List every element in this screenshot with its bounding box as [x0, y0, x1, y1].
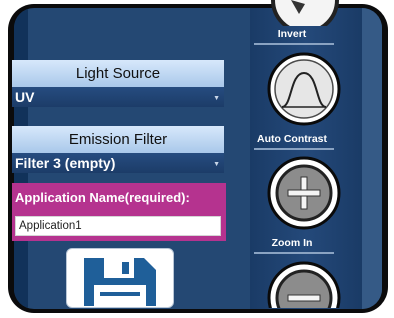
application-name-label: Application Name(required): [15, 190, 190, 205]
emission-filter-value: Filter 3 (empty) [15, 155, 116, 171]
auto-contrast-label: Auto Contrast [257, 133, 327, 145]
right-scroll-strip [362, 8, 382, 309]
chevron-down-icon[interactable]: ▼ [213, 155, 220, 175]
light-source-value: UV [15, 89, 35, 105]
light-source-dropdown[interactable]: Light Source UV ▼ [12, 60, 224, 107]
light-source-label: Light Source [12, 60, 224, 87]
invert-icon[interactable] [269, 0, 341, 26]
zoom-in-label: Zoom In [271, 237, 313, 249]
zoom-out-button[interactable] [266, 260, 342, 308]
toolbar-divider [254, 148, 334, 150]
application-name-input[interactable]: Application1 [15, 216, 221, 236]
emission-filter-dropdown[interactable]: Emission Filter Filter 3 (empty) ▼ [12, 126, 224, 173]
auto-contrast-button[interactable] [266, 51, 342, 127]
emission-filter-label: Emission Filter [12, 126, 224, 153]
save-icon [84, 258, 156, 306]
light-source-select[interactable]: UV ▼ [12, 87, 224, 107]
toolbar-divider [254, 252, 334, 254]
zoom-in-button[interactable] [266, 155, 342, 231]
invert-label: Invert [277, 28, 307, 40]
application-name-panel: Application Name(required): Application1 [12, 183, 226, 241]
emission-filter-select[interactable]: Filter 3 (empty) ▼ [12, 153, 224, 173]
toolbar-divider [254, 43, 334, 45]
chevron-down-icon[interactable]: ▼ [213, 89, 220, 109]
